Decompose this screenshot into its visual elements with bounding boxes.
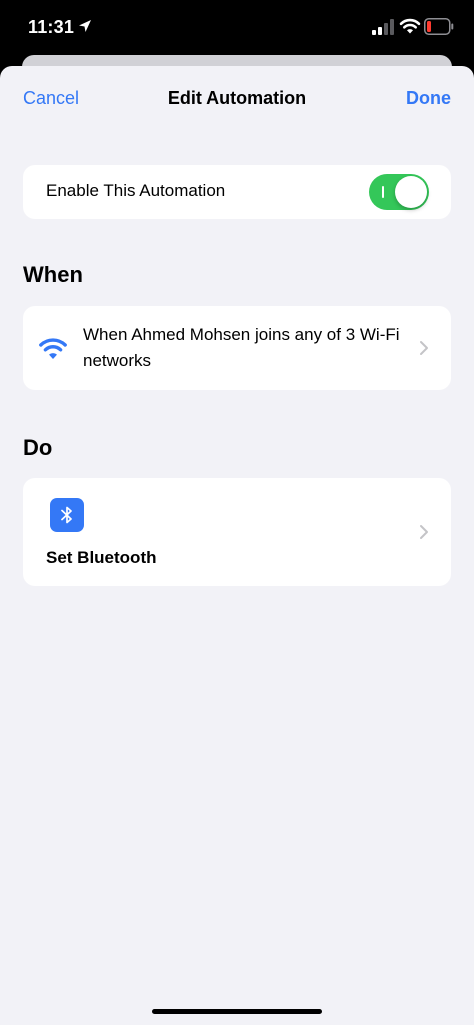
location-arrow-icon <box>79 20 91 32</box>
when-section-header: When <box>23 262 83 287</box>
enable-automation-label: Enable This Automation <box>46 181 226 200</box>
enable-automation-row: Enable This Automation <box>23 165 451 219</box>
wifi-icon <box>39 338 67 359</box>
home-indicator[interactable] <box>152 1009 322 1014</box>
do-section-header: Do <box>23 435 53 460</box>
chevron-right-icon <box>420 525 428 539</box>
wifi-icon <box>399 18 421 34</box>
status-bar: 11:31 <box>0 0 474 56</box>
edit-automation-sheet: Cancel Edit Automation Done Enable This … <box>0 66 474 1025</box>
bluetooth-icon <box>50 498 84 532</box>
status-time: 11:31 <box>28 17 75 37</box>
battery-low-icon <box>424 18 454 35</box>
when-trigger-row[interactable]: When Ahmed Mohsen joins any of 3 Wi-Fi n… <box>23 306 451 390</box>
do-action-row[interactable]: Set Bluetooth <box>23 478 451 586</box>
chevron-right-icon <box>420 341 428 355</box>
enable-automation-toggle[interactable] <box>369 174 429 210</box>
toggle-knob <box>395 176 427 208</box>
cellular-signal-icon <box>372 19 394 35</box>
set-bluetooth-label: Set Bluetooth <box>46 548 157 567</box>
done-button[interactable]: Done <box>406 88 451 109</box>
toggle-on-mark <box>382 186 384 198</box>
when-trigger-text: When Ahmed Mohsen joins any of 3 Wi-Fi n… <box>83 325 400 370</box>
page-title: Edit Automation <box>167 88 307 108</box>
